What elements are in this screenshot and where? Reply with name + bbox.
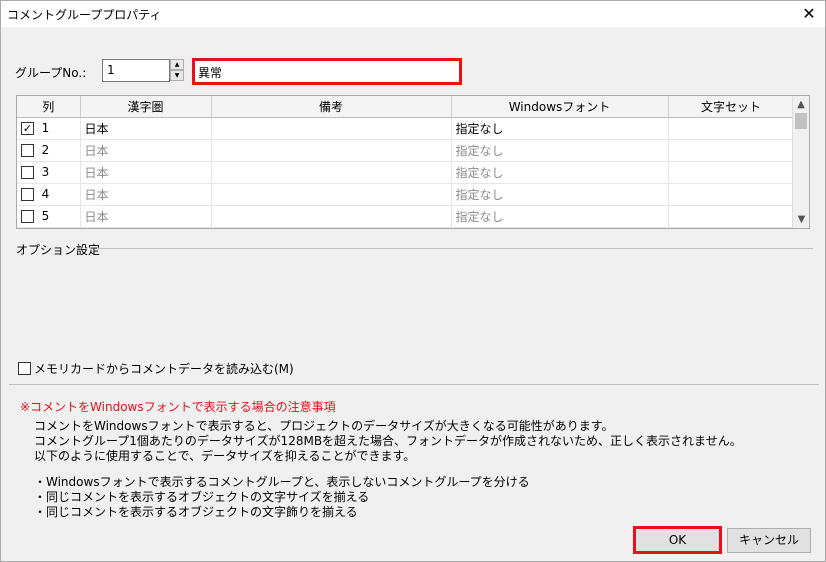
group-name-input[interactable]: 異常 xyxy=(192,58,462,85)
row-col: 5 xyxy=(41,209,50,223)
row-checkbox[interactable] xyxy=(21,166,34,179)
scroll-down-icon[interactable]: ▼ xyxy=(793,211,809,228)
options-divider xyxy=(97,248,813,249)
notice-bullet: ・同じコメントを表示するオブジェクトの文字飾りを揃える xyxy=(34,505,358,519)
notice-line: 以下のように使用することで、データサイズを抑えることができます。 xyxy=(34,449,416,463)
group-number-spinner[interactable]: ▲ ▼ xyxy=(170,59,184,82)
row-charset[interactable] xyxy=(668,183,795,206)
row-charset[interactable] xyxy=(668,161,795,184)
row-kanji[interactable]: 日本 xyxy=(80,183,212,206)
col-header-charset[interactable]: 文字セット xyxy=(668,96,795,118)
group-number-label: グループNo.: xyxy=(15,66,87,80)
row-charset[interactable] xyxy=(668,117,795,140)
row-note[interactable] xyxy=(211,183,452,206)
row-checkbox[interactable] xyxy=(21,210,34,223)
notice-title: ※コメントをWindowsフォントで表示する場合の注意事項 xyxy=(20,400,336,414)
comment-grid[interactable]: 列 漢字圏 備考 Windowsフォント 文字セット ✓ 1 日本 指定なし 2 xyxy=(16,95,810,229)
row-note[interactable] xyxy=(211,117,452,140)
window-title: コメントグループプロパティ xyxy=(7,8,162,22)
options-section-label: オプション設定 xyxy=(16,243,101,257)
table-row[interactable]: 5 日本 指定なし xyxy=(17,205,795,228)
row-col: 4 xyxy=(41,187,50,201)
checkbox-icon[interactable] xyxy=(18,362,31,375)
row-checkbox[interactable]: ✓ xyxy=(21,122,34,135)
col-header-font[interactable]: Windowsフォント xyxy=(451,96,669,118)
grid-scrollbar[interactable]: ▲ ▼ xyxy=(792,96,809,228)
row-col: 1 xyxy=(41,121,50,135)
table-row[interactable]: ✓ 1 日本 指定なし xyxy=(17,117,795,140)
row-note[interactable] xyxy=(211,161,452,184)
row-font[interactable]: 指定なし xyxy=(451,161,669,184)
col-header-column[interactable]: 列 xyxy=(17,96,81,118)
scroll-thumb[interactable] xyxy=(795,113,807,129)
row-note[interactable] xyxy=(211,139,452,162)
table-row[interactable]: 3 日本 指定なし xyxy=(17,161,795,184)
row-kanji[interactable]: 日本 xyxy=(80,205,212,228)
row-charset[interactable] xyxy=(668,205,795,228)
row-font[interactable]: 指定なし xyxy=(451,205,669,228)
row-font[interactable]: 指定なし xyxy=(451,117,669,140)
row-checkbox[interactable] xyxy=(21,188,34,201)
ok-button[interactable]: OK xyxy=(633,526,722,554)
section-divider xyxy=(9,384,819,385)
row-note[interactable] xyxy=(211,205,452,228)
spin-down-icon[interactable]: ▼ xyxy=(170,70,184,81)
row-font[interactable]: 指定なし xyxy=(451,183,669,206)
row-checkbox[interactable] xyxy=(21,144,34,157)
table-row[interactable]: 4 日本 指定なし xyxy=(17,183,795,206)
dialog-window: コメントグループプロパティ ✕ グループNo.: 1 ▲ ▼ 異常 列 漢字圏 … xyxy=(0,0,826,562)
table-row[interactable]: 2 日本 指定なし xyxy=(17,139,795,162)
row-kanji[interactable]: 日本 xyxy=(80,161,212,184)
spin-up-icon[interactable]: ▲ xyxy=(170,59,184,70)
title-bar: コメントグループプロパティ ✕ xyxy=(1,1,825,27)
scroll-up-icon[interactable]: ▲ xyxy=(793,96,809,113)
row-kanji[interactable]: 日本 xyxy=(80,139,212,162)
row-charset[interactable] xyxy=(668,139,795,162)
cancel-button[interactable]: キャンセル xyxy=(727,528,811,553)
col-header-note[interactable]: 備考 xyxy=(211,96,452,118)
row-font[interactable]: 指定なし xyxy=(451,139,669,162)
col-header-kanji[interactable]: 漢字圏 xyxy=(80,96,212,118)
row-col: 3 xyxy=(41,165,50,179)
group-number-input[interactable]: 1 xyxy=(102,59,170,82)
close-icon[interactable]: ✕ xyxy=(797,3,821,25)
row-kanji[interactable]: 日本 xyxy=(80,117,212,140)
memcard-label: メモリカードからコメントデータを読み込む(M) xyxy=(34,362,294,376)
memcard-checkbox[interactable]: メモリカードからコメントデータを読み込む(M) xyxy=(18,360,294,377)
row-col: 2 xyxy=(41,143,50,157)
